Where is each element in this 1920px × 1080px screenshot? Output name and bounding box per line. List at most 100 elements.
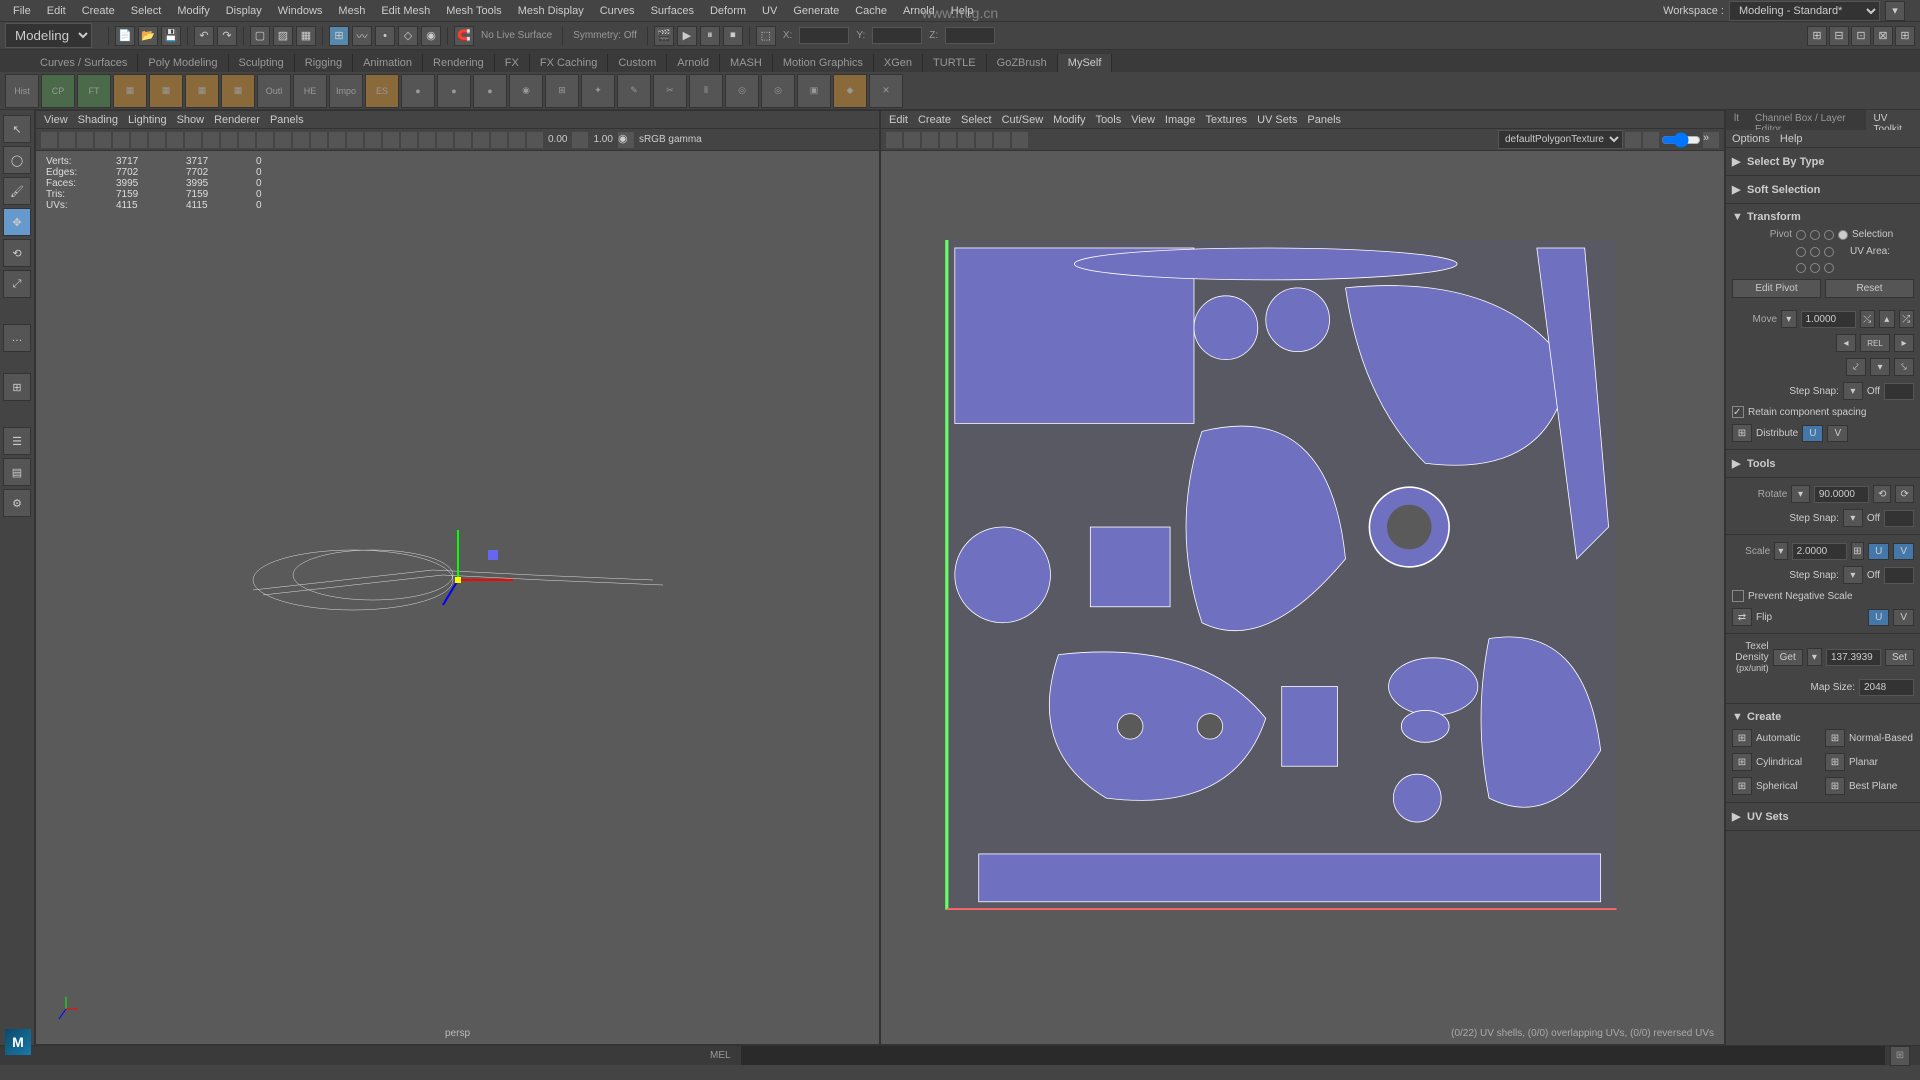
y-input[interactable] bbox=[872, 27, 922, 44]
shelf-knife-icon[interactable]: ✂ bbox=[653, 74, 687, 108]
uv-icon-10[interactable] bbox=[1643, 132, 1659, 148]
vp-icon-29[interactable] bbox=[572, 132, 588, 148]
get-button[interactable]: Get bbox=[1773, 649, 1803, 666]
move-tool-icon[interactable]: ✥ bbox=[3, 208, 31, 236]
open-scene-icon[interactable]: 📂 bbox=[138, 26, 158, 46]
vp-uv-canvas[interactable]: (0/22) UV shells, (0/0) overlapping UVs,… bbox=[881, 151, 1724, 1044]
shelf-box-icon[interactable]: ▣ bbox=[797, 74, 831, 108]
prevent-checkbox[interactable] bbox=[1732, 590, 1744, 602]
ipr-icon[interactable]: ▶ bbox=[677, 26, 697, 46]
vp-icon-20[interactable] bbox=[383, 132, 399, 148]
retain-checkbox[interactable] bbox=[1732, 406, 1744, 418]
pivot-radio-4[interactable] bbox=[1796, 247, 1806, 257]
rel-button[interactable]: REL bbox=[1860, 334, 1890, 352]
command-line-input[interactable] bbox=[741, 1046, 1885, 1065]
vp-icon-26[interactable] bbox=[491, 132, 507, 148]
move-down-icon[interactable]: ▾ bbox=[1870, 358, 1890, 376]
shelf-cross-icon[interactable]: ✕ bbox=[869, 74, 903, 108]
shelf-tab-fx[interactable]: FX bbox=[495, 54, 530, 72]
shelf-tab-turtle[interactable]: TURTLE bbox=[923, 54, 987, 72]
shelf-ft-icon[interactable]: FT bbox=[77, 74, 111, 108]
z-input[interactable] bbox=[945, 27, 995, 44]
workspace-dropdown[interactable]: Modeling - Standard* bbox=[1729, 1, 1880, 21]
transform-header[interactable]: ▼Transform bbox=[1732, 208, 1914, 226]
shelf-impo-icon[interactable]: Impo bbox=[329, 74, 363, 108]
selection-radio[interactable] bbox=[1838, 230, 1848, 240]
planar-button[interactable]: Planar bbox=[1849, 757, 1914, 768]
shelf-tab-myself[interactable]: MySelf bbox=[1058, 54, 1113, 72]
vp-icon-1[interactable] bbox=[41, 132, 57, 148]
uv-menu-tools[interactable]: Tools bbox=[1096, 114, 1122, 126]
panel-tab-lt[interactable]: lt bbox=[1726, 110, 1747, 130]
uv-menu-image[interactable]: Image bbox=[1165, 114, 1196, 126]
scale-u-button[interactable]: U bbox=[1868, 543, 1889, 560]
texture-dropdown[interactable]: defaultPolygonTexture bbox=[1498, 130, 1623, 149]
edit-pivot-button[interactable]: Edit Pivot bbox=[1732, 279, 1821, 298]
auto-icon[interactable]: ⊞ bbox=[1732, 729, 1752, 747]
layout-icon-1[interactable]: ⊞ bbox=[1807, 26, 1827, 46]
render-seq-icon[interactable]: ⏹ bbox=[723, 26, 743, 46]
menu-display[interactable]: Display bbox=[218, 2, 270, 20]
vp-icon-15[interactable] bbox=[293, 132, 309, 148]
gamma-icon[interactable]: ◉ bbox=[618, 132, 634, 148]
scale-v-button[interactable]: V bbox=[1893, 543, 1914, 560]
panel-tab-channel[interactable]: Channel Box / Layer Editor bbox=[1747, 110, 1866, 130]
settings-icon[interactable]: ⚙ bbox=[3, 489, 31, 517]
uv-menu-create[interactable]: Create bbox=[918, 114, 951, 126]
cyl-icon[interactable]: ⊞ bbox=[1732, 753, 1752, 771]
shelf-sphere-icon[interactable]: ● bbox=[401, 74, 435, 108]
vp-icon-7[interactable] bbox=[149, 132, 165, 148]
move-left-icon[interactable]: ◂ bbox=[1836, 334, 1856, 352]
menu-meshdisplay[interactable]: Mesh Display bbox=[510, 2, 592, 20]
vp-menu-show[interactable]: Show bbox=[177, 114, 205, 126]
snap-dd-icon[interactable]: ▾ bbox=[1843, 382, 1863, 400]
uv-expand-icon[interactable]: » bbox=[1703, 132, 1719, 148]
undo-icon[interactable]: ↶ bbox=[194, 26, 214, 46]
mode-dropdown[interactable]: Modeling bbox=[5, 23, 92, 48]
menu-editmesh[interactable]: Edit Mesh bbox=[373, 2, 438, 20]
snap-curve-icon[interactable]: 〰 bbox=[352, 26, 372, 46]
vp-icon-23[interactable] bbox=[437, 132, 453, 148]
select-tool-icon[interactable]: ↖ bbox=[3, 115, 31, 143]
flip-u-button[interactable]: U bbox=[1868, 609, 1889, 626]
vp-icon-11[interactable] bbox=[221, 132, 237, 148]
uv-icon-9[interactable] bbox=[1625, 132, 1641, 148]
shelf-tab-anim[interactable]: Animation bbox=[353, 54, 423, 72]
uv-menu-textures[interactable]: Textures bbox=[1205, 114, 1247, 126]
scale-dd-icon[interactable]: ▾ bbox=[1774, 542, 1787, 560]
shelf-tab-fxcache[interactable]: FX Caching bbox=[530, 54, 608, 72]
paint-tool-icon[interactable]: 🖌 bbox=[3, 177, 31, 205]
shelf-align-icon[interactable]: ⫴ bbox=[689, 74, 723, 108]
move-dec-icon[interactable]: ▾ bbox=[1781, 310, 1797, 328]
vp-menu-shading[interactable]: Shading bbox=[78, 114, 118, 126]
uv-menu-uvsets[interactable]: UV Sets bbox=[1257, 114, 1297, 126]
snap-val-input[interactable] bbox=[1884, 383, 1914, 400]
uv-icon-3[interactable] bbox=[922, 132, 938, 148]
outliner-tool-icon[interactable]: ☰ bbox=[3, 427, 31, 455]
vp-icon-19[interactable] bbox=[365, 132, 381, 148]
shelf-tab-xgen[interactable]: XGen bbox=[874, 54, 923, 72]
shelf-tab-poly[interactable]: Poly Modeling bbox=[138, 54, 228, 72]
scale-input[interactable] bbox=[1792, 543, 1847, 560]
shelf-hist-icon[interactable]: Hist bbox=[5, 74, 39, 108]
layout-icon-5[interactable]: ⊞ bbox=[1895, 26, 1915, 46]
panel-menu-help[interactable]: Help bbox=[1780, 133, 1803, 145]
shelf-tab-custom[interactable]: Custom bbox=[608, 54, 667, 72]
workspace-menu-icon[interactable]: ▾ bbox=[1885, 1, 1905, 21]
rotate-ccw-icon[interactable]: ⟲ bbox=[1873, 485, 1892, 503]
live-surface-icon[interactable]: 🧲 bbox=[454, 26, 474, 46]
vp-icon-25[interactable] bbox=[473, 132, 489, 148]
best-button[interactable]: Best Plane bbox=[1849, 781, 1914, 792]
rotate-cw-icon[interactable]: ⟳ bbox=[1895, 485, 1914, 503]
vp-3d-canvas[interactable]: Verts:371737170 Edges:770277020 Faces:39… bbox=[36, 151, 879, 1044]
uv-icon-5[interactable] bbox=[958, 132, 974, 148]
panel-tab-uvtoolkit[interactable]: UV Toolkit bbox=[1866, 110, 1920, 130]
vp-icon-17[interactable] bbox=[329, 132, 345, 148]
uv-icon-6[interactable] bbox=[976, 132, 992, 148]
menu-cache[interactable]: Cache bbox=[847, 2, 895, 20]
shelf-tab-sculpt[interactable]: Sculpting bbox=[229, 54, 295, 72]
shelf-tab-render[interactable]: Rendering bbox=[423, 54, 495, 72]
snap-s-input[interactable] bbox=[1884, 567, 1914, 584]
snap-live-icon[interactable]: ◉ bbox=[421, 26, 441, 46]
layout-icon-3[interactable]: ⊡ bbox=[1851, 26, 1871, 46]
